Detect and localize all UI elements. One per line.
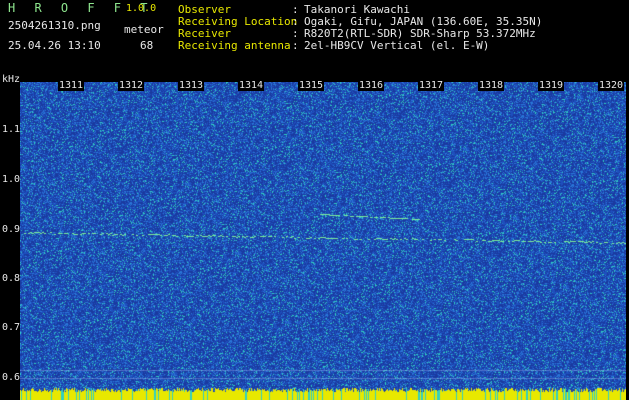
info-value-antenna: 2el-HB9CV Vertical (el. E-W): [304, 39, 490, 52]
file-name: 2504261310.png: [8, 19, 101, 32]
spectrogram-plot: [20, 82, 626, 400]
y-tick-label: 0.7: [2, 322, 21, 333]
spectrogram-canvas: [20, 82, 626, 400]
x-tick-label: 1314: [238, 80, 265, 91]
x-tick-label: 1317: [418, 80, 445, 91]
timestamp: 25.04.26 13:10: [8, 39, 101, 52]
info-sep: :: [292, 39, 299, 52]
y-tick-label: 1.0: [2, 174, 21, 185]
x-tick-label: 1313: [178, 80, 205, 91]
x-tick-label: 1316: [358, 80, 385, 91]
app-version: 1.0.0: [126, 3, 157, 14]
event-count: 68: [140, 39, 154, 52]
x-tick-label: 1315: [298, 80, 325, 91]
event-type-label: meteor: [124, 23, 164, 36]
hrofft-window: H R O F F T 1.0.0 2504261310.png 25.04.2…: [0, 0, 629, 400]
info-label-antenna: Receiving antenna: [178, 39, 291, 52]
x-tick-label: 1318: [478, 80, 505, 91]
y-tick-label: 1.1: [2, 124, 21, 135]
x-tick-label: 1319: [538, 80, 565, 91]
y-tick-label: 0.8: [2, 273, 21, 284]
x-tick-label: 1311: [58, 80, 85, 91]
y-tick-label: 0.6: [2, 372, 21, 383]
y-tick-label: 0.9: [2, 224, 21, 235]
frequency-unit-label: kHz: [2, 74, 21, 85]
x-tick-label: 1312: [118, 80, 145, 91]
x-tick-label: 1320: [598, 80, 625, 91]
